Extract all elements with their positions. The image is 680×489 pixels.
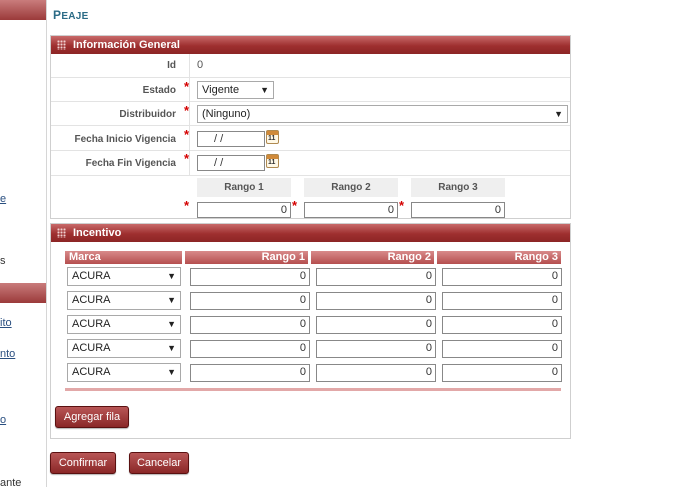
rango-2-header: Rango 2 [304, 178, 398, 197]
chevron-down-icon: ▼ [167, 367, 176, 377]
rango-3-input[interactable]: 0 [411, 202, 505, 218]
rango-2-cell-input[interactable]: 0 [316, 340, 436, 358]
sidebar-header-bar [0, 0, 46, 20]
marca-select[interactable]: ACURA ▼ [67, 339, 181, 358]
rango-3-cell-input[interactable]: 0 [442, 340, 562, 358]
distribuidor-select-value: (Ninguno) [202, 108, 251, 120]
id-label: Id [167, 60, 176, 71]
rango-1-header: Rango 1 [197, 178, 291, 197]
fecha-fin-row: Fecha Fin Vigencia * / / 11 [51, 151, 570, 176]
chevron-down-icon: ▼ [167, 343, 176, 353]
fecha-inicio-label: Fecha Inicio Vigencia [74, 134, 176, 145]
sidebar-link-3[interactable]: nto [0, 348, 46, 360]
rango-2-input[interactable]: 0 [304, 202, 398, 218]
distribuidor-label: Distribuidor [119, 109, 176, 120]
rango-1-cell-input[interactable]: 0 [190, 268, 310, 286]
required-mark: * [184, 79, 190, 94]
table-footer-divider [65, 388, 561, 391]
rango-1-cell-input[interactable]: 0 [190, 292, 310, 310]
column-marca: Marca [65, 251, 182, 264]
rango-2-cell-input[interactable]: 0 [316, 316, 436, 334]
rango-2-cell-input[interactable]: 0 [316, 268, 436, 286]
sidebar-text-2: ante [0, 477, 22, 489]
grip-icon [57, 40, 66, 50]
rango-1-cell-input[interactable]: 0 [190, 364, 310, 382]
incentivo-table-header: Marca Rango 1 Rango 2 Rango 3 [65, 251, 561, 264]
column-rango-1: Rango 1 [185, 251, 308, 264]
id-value: 0 [197, 59, 204, 71]
marca-select-value: ACURA [72, 294, 111, 306]
chevron-down-icon: ▼ [167, 271, 176, 281]
rango-1-input[interactable]: 0 [197, 202, 291, 218]
id-row: Id 0 [51, 54, 570, 78]
sidebar-text-1: s [0, 255, 6, 267]
marca-select-value: ACURA [72, 366, 111, 378]
marca-select-value: ACURA [72, 342, 111, 354]
marca-select[interactable]: ACURA ▼ [67, 291, 181, 310]
page-title: PEAJE [53, 8, 89, 22]
add-row-button[interactable]: Agregar fila [55, 406, 129, 428]
sidebar-link-1[interactable]: e [0, 193, 46, 205]
estado-select-value: Vigente [202, 84, 240, 96]
fecha-inicio-input[interactable]: / / [197, 131, 265, 147]
incentivo-panel: Incentivo Marca Rango 1 Rango 2 Rango 3 … [50, 223, 571, 439]
required-mark: * [184, 151, 190, 166]
distribuidor-row: Distribuidor * (Ninguno) ▼ [51, 102, 570, 126]
calendar-icon[interactable]: 11 [266, 130, 279, 144]
required-mark: * [184, 198, 190, 213]
estado-label: Estado [142, 85, 176, 96]
distribuidor-select[interactable]: (Ninguno) ▼ [197, 105, 568, 123]
marca-select[interactable]: ACURA ▼ [67, 363, 181, 382]
required-mark: * [292, 198, 298, 213]
sidebar-link-4[interactable]: o [0, 414, 46, 426]
general-info-header: Información General [51, 36, 570, 54]
chevron-down-icon: ▼ [260, 85, 269, 95]
general-info-title: Información General [73, 39, 180, 51]
sidebar-section-bar [0, 283, 46, 303]
sidebar-link-2[interactable]: ito [0, 317, 46, 329]
rango-3-cell-input[interactable]: 0 [442, 268, 562, 286]
rango-2-cell-input[interactable]: 0 [316, 364, 436, 382]
chevron-down-icon: ▼ [554, 109, 563, 119]
estado-select[interactable]: Vigente ▼ [197, 81, 274, 99]
rango-3-header: Rango 3 [411, 178, 505, 197]
fecha-inicio-row: Fecha Inicio Vigencia * / / 11 [51, 126, 570, 151]
rango-1-cell-input[interactable]: 0 [190, 340, 310, 358]
required-mark: * [184, 103, 190, 118]
marca-select-value: ACURA [72, 270, 111, 282]
incentivo-title: Incentivo [73, 227, 122, 239]
column-rango-3: Rango 3 [437, 251, 561, 264]
chevron-down-icon: ▼ [167, 319, 176, 329]
marca-select[interactable]: ACURA ▼ [67, 315, 181, 334]
cancel-button[interactable]: Cancelar [129, 452, 189, 474]
fecha-fin-label: Fecha Fin Vigencia [85, 158, 176, 169]
required-mark: * [399, 198, 405, 213]
rango-2-cell-input[interactable]: 0 [316, 292, 436, 310]
general-info-panel: Información General Id 0 Estado * Vigent… [50, 35, 571, 219]
chevron-down-icon: ▼ [167, 295, 176, 305]
marca-select[interactable]: ACURA ▼ [67, 267, 181, 286]
required-mark: * [184, 127, 190, 142]
rango-3-cell-input[interactable]: 0 [442, 316, 562, 334]
confirm-button[interactable]: Confirmar [50, 452, 116, 474]
fecha-fin-input[interactable]: / / [197, 155, 265, 171]
calendar-icon[interactable]: 11 [266, 154, 279, 168]
rango-1-cell-input[interactable]: 0 [190, 316, 310, 334]
estado-row: Estado * Vigente ▼ [51, 78, 570, 102]
marca-select-value: ACURA [72, 318, 111, 330]
grip-icon [57, 228, 66, 238]
rango-3-cell-input[interactable]: 0 [442, 292, 562, 310]
rango-3-cell-input[interactable]: 0 [442, 364, 562, 382]
incentivo-header: Incentivo [51, 224, 570, 242]
column-rango-2: Rango 2 [311, 251, 434, 264]
left-sidebar: e s ito nto o ante [0, 0, 47, 489]
